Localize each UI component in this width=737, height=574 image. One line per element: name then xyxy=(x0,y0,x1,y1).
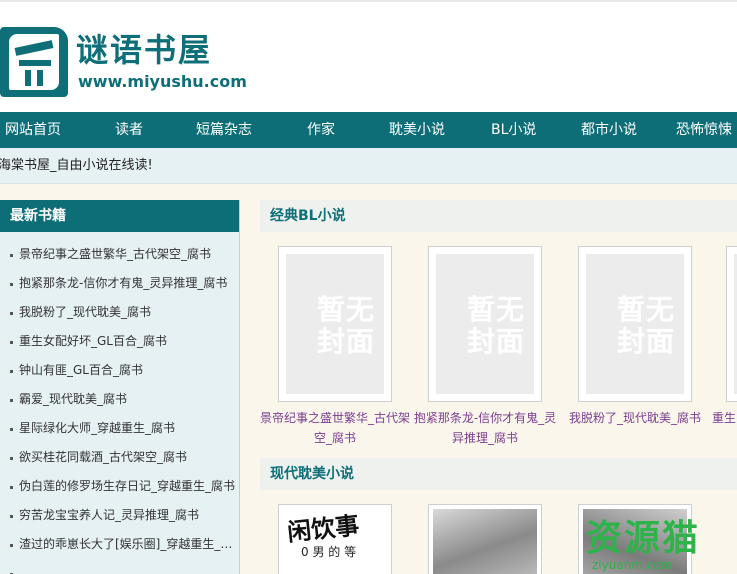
nav-item-home[interactable]: 网站首页 xyxy=(5,112,61,148)
bullet-icon xyxy=(10,370,13,373)
book-title[interactable]: 景帝纪事之盛世繁华_古代架空_腐书 xyxy=(260,408,410,448)
site-header: 谜语书屋 www.miyushu.com xyxy=(0,2,737,112)
main-nav: 网站首页 读者 短篇杂志 作家 耽美小说 BL小说 都市小说 恐怖惊悚 xyxy=(0,112,737,148)
book-cover[interactable]: 闲饮事 0 男 的 等 xyxy=(278,504,392,574)
site-title[interactable]: 谜语书屋 xyxy=(76,30,212,70)
book-cover[interactable] xyxy=(726,246,737,402)
list-item[interactable]: 重生女配好坏_GL百合_腐书 xyxy=(0,327,239,356)
bullet-icon xyxy=(10,254,13,257)
book-cover[interactable] xyxy=(428,504,542,574)
watermark-url: ziyuanm.com xyxy=(592,558,673,572)
book-cover[interactable]: 暂无封面 xyxy=(578,246,692,402)
list-item[interactable]: 穷苦龙宝宝养人记_灵异推理_腐书 xyxy=(0,501,239,530)
book-card[interactable] xyxy=(410,504,560,574)
site-url: www.miyushu.com xyxy=(78,72,247,91)
list-item[interactable]: 渣过的乖崽长大了[娱乐圈]_穿越重生_腐书 xyxy=(0,530,239,559)
list-item[interactable]: 伪白莲的修罗场生存日记_穿越重生_腐书 xyxy=(0,472,239,501)
bullet-icon xyxy=(10,283,13,286)
nav-item-bl[interactable]: BL小说 xyxy=(491,112,536,148)
sidebar-latest-books: 最新书籍 景帝纪事之盛世繁华_古代架空_腐书 抱紧那条龙-信你才有鬼_灵异推理_… xyxy=(0,200,240,574)
list-item[interactable]: 钟山有匪_GL百合_腐书 xyxy=(0,356,239,385)
watermark-logo: 资源猫 xyxy=(586,518,701,559)
list-item[interactable]: 星际绿化大师_穿越重生_腐书 xyxy=(0,414,239,443)
nav-item-short-stories[interactable]: 短篇杂志 xyxy=(196,112,252,148)
bullet-icon xyxy=(10,341,13,344)
list-item[interactable] xyxy=(0,559,239,574)
bullet-icon xyxy=(10,544,13,547)
section-title-classic-bl: 经典BL小说 xyxy=(260,200,737,232)
cover-art-text: 闲饮事 xyxy=(285,511,361,547)
cover-art-subtext: 0 男 的 等 xyxy=(301,545,357,559)
nav-item-horror[interactable]: 恐怖惊悚 xyxy=(676,112,732,148)
nav-item-readers[interactable]: 读者 xyxy=(115,112,143,148)
list-item[interactable]: 景帝纪事之盛世繁华_古代架空_腐书 xyxy=(0,240,239,269)
list-item[interactable]: 抱紧那条龙-信你才有鬼_灵异推理_腐书 xyxy=(0,269,239,298)
book-card[interactable]: 暂无封面 抱紧那条龙-信你才有鬼_灵异推理_腐书 xyxy=(410,246,560,448)
book-card[interactable]: 暂无封面 景帝纪事之盛世繁华_古代架空_腐书 xyxy=(260,246,410,448)
list-item[interactable]: 我脱粉了_现代耽美_腐书 xyxy=(0,298,239,327)
bullet-icon xyxy=(10,399,13,402)
book-title[interactable]: 我脱粉了_现代耽美_腐书 xyxy=(560,408,710,428)
bullet-icon xyxy=(10,515,13,518)
list-item[interactable]: 霸爱_现代耽美_腐书 xyxy=(0,385,239,414)
sidebar-title: 最新书籍 xyxy=(0,200,239,232)
bullet-icon xyxy=(10,457,13,460)
bullet-icon xyxy=(10,312,13,315)
list-item[interactable]: 欲买桂花同载酒_古代架空_腐书 xyxy=(0,443,239,472)
book-cover[interactable]: 暂无封面 xyxy=(278,246,392,402)
bullet-icon xyxy=(10,428,13,431)
nav-item-authors[interactable]: 作家 xyxy=(307,112,335,148)
book-title[interactable]: 抱紧那条龙-信你才有鬼_灵异推理_腐书 xyxy=(410,408,560,448)
book-card[interactable]: 闲饮事 0 男 的 等 xyxy=(260,504,410,574)
bullet-icon xyxy=(10,486,13,489)
book-cover[interactable]: 暂无封面 xyxy=(428,246,542,402)
book-card[interactable]: 重生 xyxy=(710,246,737,428)
notice-bar: 海棠书屋_自由小说在线读! xyxy=(0,148,737,184)
no-cover-placeholder: 暂无封面 xyxy=(616,293,675,358)
notice-text: 海棠书屋_自由小说在线读! xyxy=(0,158,153,173)
nav-item-urban[interactable]: 都市小说 xyxy=(581,112,637,148)
section-title-modern-bl: 现代耽美小说 xyxy=(260,458,737,490)
book-card[interactable]: 暂无封面 我脱粉了_现代耽美_腐书 xyxy=(560,246,710,428)
no-cover-placeholder: 暂无封面 xyxy=(466,293,525,358)
latest-books-list: 景帝纪事之盛世繁华_古代架空_腐书 抱紧那条龙-信你才有鬼_灵异推理_腐书 我脱… xyxy=(0,232,239,574)
site-logo-icon[interactable] xyxy=(0,27,68,97)
no-cover-placeholder: 暂无封面 xyxy=(316,293,375,358)
book-title[interactable]: 重生 xyxy=(710,408,737,428)
nav-item-danmei[interactable]: 耽美小说 xyxy=(389,112,445,148)
